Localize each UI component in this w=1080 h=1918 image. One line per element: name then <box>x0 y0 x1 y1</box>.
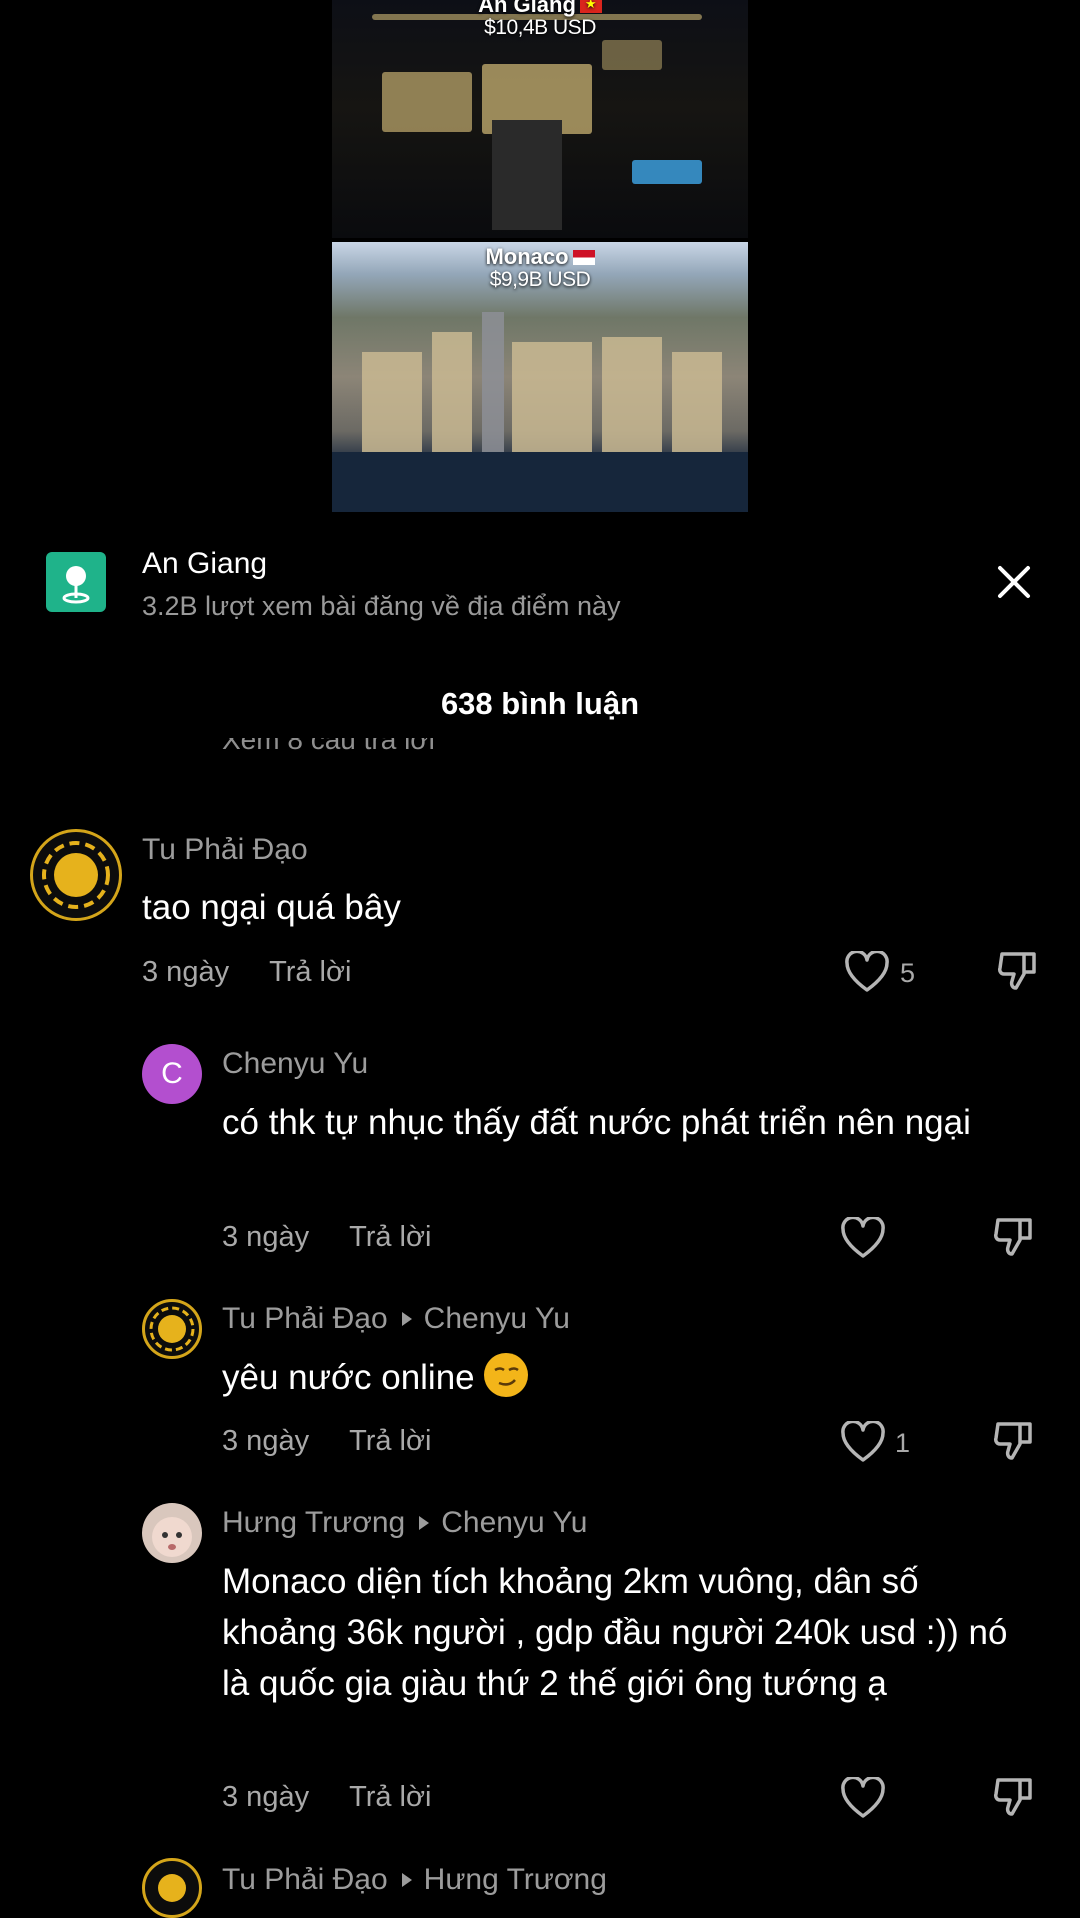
comment-age: 3 ngày <box>222 1221 310 1253</box>
heart-icon[interactable] <box>840 1217 886 1259</box>
comment-age: 3 ngày <box>222 1781 310 1813</box>
reply-button[interactable]: Trả lời <box>349 1425 431 1457</box>
comment-text: có thk tự nhục thấy đất nước phát triển … <box>222 1103 971 1142</box>
comment-meta: 3 ngày Trả lời <box>222 1781 431 1814</box>
video-thumbnail-an-giang[interactable]: An Giang $10,4B USD <box>332 0 748 238</box>
avatar[interactable] <box>30 829 122 921</box>
view-replies-link[interactable]: Xem 8 câu trả lời <box>222 738 622 764</box>
comment-meta: 3 ngày Trả lời <box>222 1221 431 1254</box>
heart-icon[interactable] <box>840 1421 886 1463</box>
location-title[interactable]: An Giang <box>142 547 267 581</box>
avatar[interactable] <box>142 1503 202 1563</box>
heart-icon[interactable] <box>844 951 890 993</box>
thumb-bottom-title: Monaco <box>485 244 569 269</box>
dislike-icon[interactable] <box>996 948 1040 992</box>
avatar-letter: C <box>161 1057 183 1090</box>
dislike-icon[interactable] <box>992 1214 1036 1258</box>
location-pin-icon[interactable] <box>46 552 106 612</box>
comment-text: tao ngại quá bây <box>142 888 401 927</box>
reply-arrow-icon <box>401 1873 412 1888</box>
comment-age: 3 ngày <box>142 956 230 988</box>
dislike-icon[interactable] <box>992 1774 1036 1818</box>
reply-arrow-icon <box>419 1516 430 1531</box>
comment-meta: 3 ngày Trả lời <box>222 1425 431 1458</box>
video-thumbnail-monaco[interactable]: Monaco $9,9B USD <box>332 242 748 512</box>
avatar[interactable] <box>142 1299 202 1359</box>
reply-arrow-icon <box>401 1312 412 1327</box>
comment-age: 3 ngày <box>222 1425 310 1457</box>
comment-author: Tu Phải Đạo Chenyu Yu <box>222 1302 570 1335</box>
avatar[interactable]: C <box>142 1044 202 1104</box>
reply-button[interactable]: Trả lời <box>349 1781 431 1813</box>
comment-author[interactable]: Chenyu Yu <box>222 1047 368 1081</box>
reply-to-author[interactable]: Hưng Trương <box>424 1863 607 1896</box>
reply-button[interactable]: Trả lời <box>269 956 351 988</box>
location-subtitle: 3.2B lượt xem bài đăng về địa điểm này <box>142 591 621 621</box>
thumb-bottom-value: $9,9B USD <box>489 268 591 291</box>
vietnam-flag-icon <box>579 0 602 13</box>
comment-author[interactable]: Tu Phải Đạo <box>142 833 308 867</box>
avatar[interactable] <box>142 1858 202 1918</box>
comment-meta: 3 ngày Trả lời <box>142 956 351 989</box>
reply-to-author[interactable]: Chenyu Yu <box>441 1506 587 1539</box>
like-count: 5 <box>900 958 916 988</box>
thumb-top-value: $10,4B USD <box>484 16 596 39</box>
comment-author: Tu Phải Đạo Hưng Trương <box>222 1863 607 1896</box>
comment-text: Monaco diện tích khoảng 2km vuông, dân s… <box>222 1562 1008 1703</box>
dislike-icon[interactable] <box>992 1418 1036 1462</box>
comment-text: yêu nước online <box>222 1352 1022 1403</box>
close-icon[interactable] <box>994 562 1034 602</box>
comments-count-header: 638 bình luận <box>440 686 640 721</box>
reply-button[interactable]: Trả lời <box>349 1221 431 1253</box>
monaco-flag-icon <box>572 250 595 265</box>
thumb-top-title: An Giang <box>478 0 576 17</box>
heart-icon[interactable] <box>840 1777 886 1819</box>
reply-to-author[interactable]: Chenyu Yu <box>424 1302 570 1335</box>
like-count: 1 <box>895 1428 911 1458</box>
comment-author: Hưng Trương Chenyu Yu <box>222 1506 588 1539</box>
smirk-emoji-icon <box>484 1353 529 1397</box>
